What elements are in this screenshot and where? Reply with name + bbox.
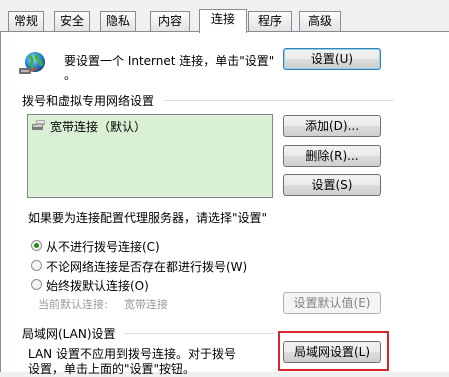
setup-button[interactable]: 设置(U): [283, 48, 381, 70]
tab-advanced[interactable]: 高级: [299, 11, 341, 31]
tab-content[interactable]: 内容: [150, 11, 190, 31]
radio-always-dial-default-label[interactable]: 始终拨默认连接(O): [46, 277, 149, 294]
connection-label: 宽带连接（默认）: [50, 120, 147, 134]
radio-never-dial-label[interactable]: 从不进行拨号连接(C): [46, 238, 160, 255]
setup-description: 要设置一个 Internet 连接，单击"设置": [64, 54, 275, 68]
globe-network-icon: [17, 48, 47, 78]
setup-description-end: 。: [64, 68, 77, 82]
radio-dial-whenever-label[interactable]: 不论网络连接是否存在都进行拨号(W): [46, 258, 247, 275]
tab-programs[interactable]: 程序: [248, 11, 292, 31]
proxy-hint: 如果要为连接配置代理服务器，请选择"设置": [28, 211, 268, 225]
set-default-button[interactable]: 设置默认值(E): [283, 292, 381, 314]
tab-security[interactable]: 安全: [54, 11, 90, 31]
lan-description-line2: 设置，单击上面的"设置"按钮。: [28, 362, 196, 376]
lan-group-label: 局域网(LAN)设置: [22, 327, 116, 341]
radio-always-dial-default[interactable]: [31, 279, 42, 290]
delete-connection-button[interactable]: 删除(R)...: [283, 145, 381, 167]
tab-connections[interactable]: 连接: [199, 9, 247, 33]
dialup-group-divider: [164, 100, 394, 101]
connection-settings-button[interactable]: 设置(S): [283, 174, 381, 196]
connections-list[interactable]: 宽带连接（默认）: [27, 114, 273, 198]
current-default-value: 宽带连接: [124, 298, 168, 311]
broadband-connection-icon: [31, 119, 47, 133]
lan-group-divider: [124, 333, 274, 334]
radio-never-dial[interactable]: [31, 240, 42, 251]
dialup-group-label: 拨号和虚拟专用网络设置: [22, 94, 155, 108]
panel-left-border: [0, 31, 1, 372]
tab-strip: 常规 安全 隐私 内容 连接 程序 高级: [0, 0, 449, 33]
radio-dial-whenever[interactable]: [31, 260, 42, 271]
lan-settings-highlight: [278, 331, 389, 371]
tab-general[interactable]: 常规: [8, 11, 44, 31]
current-default-label: 当前默认连接:: [38, 298, 108, 311]
add-connection-button[interactable]: 添加(D)...: [283, 115, 381, 137]
tab-privacy[interactable]: 隐私: [100, 11, 136, 31]
